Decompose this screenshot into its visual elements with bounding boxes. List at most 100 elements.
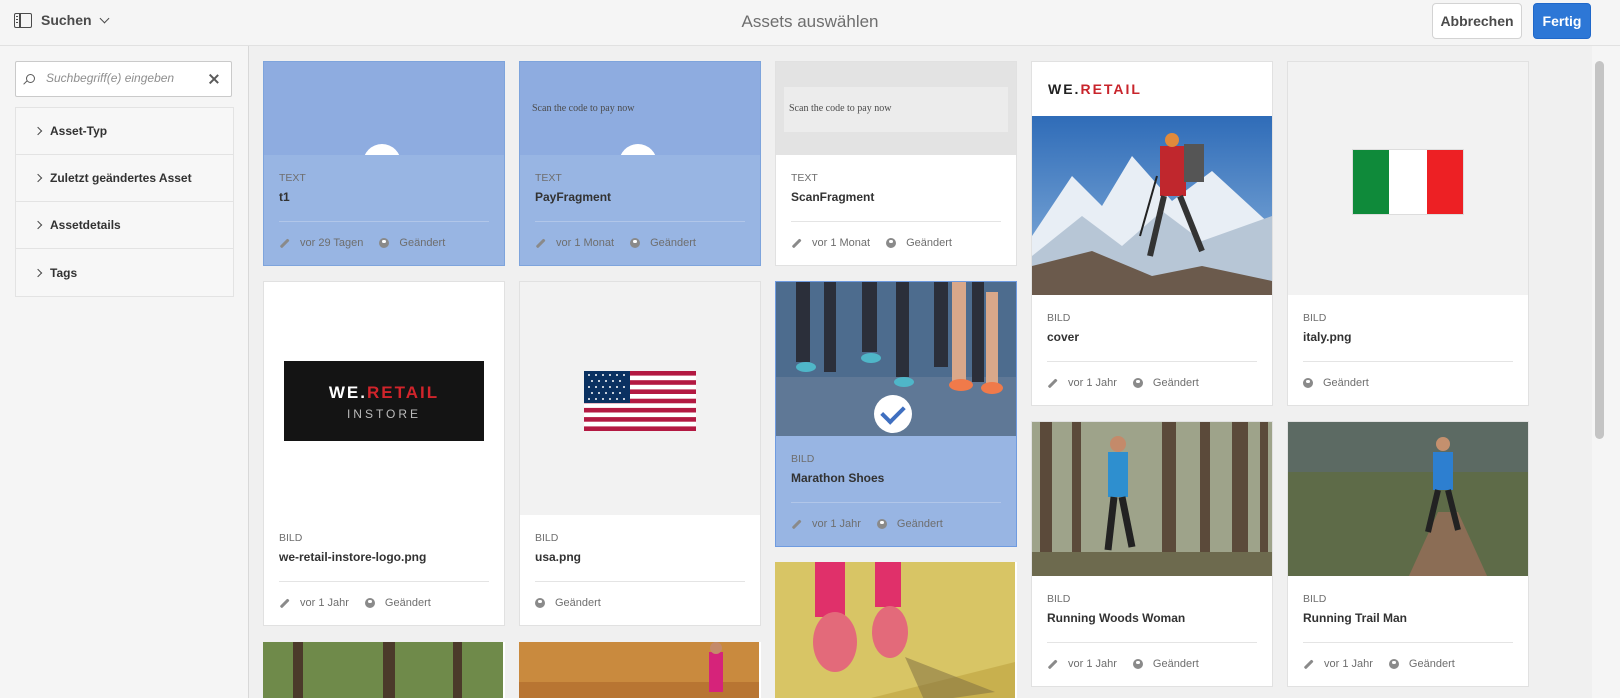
asset-status: Geändert	[896, 518, 943, 530]
check-icon	[874, 395, 912, 433]
asset-thumbnail	[264, 62, 504, 157]
facet-label: Zuletzt geändertes Asset	[50, 171, 192, 185]
we-retail-instore-logo: WE.RETAIL INSTORE	[284, 361, 484, 441]
pencil-icon	[1047, 378, 1058, 388]
trail-runner-image	[1288, 422, 1528, 578]
asset-grid: TEXT t1 vor 29 Tagen Geändert Scan the c…	[249, 46, 1588, 698]
globe-icon	[379, 238, 390, 248]
asset-card-running-woods-woman[interactable]: BILD Running Woods Woman vor 1 Jahr Geän…	[1031, 421, 1273, 687]
asset-thumbnail	[520, 282, 760, 517]
asset-modified-age: vor 1 Jahr	[1068, 658, 1117, 670]
globe-icon	[1388, 659, 1399, 669]
asset-type: TEXT	[279, 172, 306, 184]
asset-type: BILD	[791, 453, 815, 465]
mountain-hiker-image	[1032, 116, 1272, 297]
search-box[interactable]	[15, 61, 232, 97]
asset-card-partial[interactable]	[263, 642, 505, 698]
asset-card-partial[interactable]	[775, 562, 1017, 698]
cancel-button[interactable]: Abbrechen	[1432, 3, 1522, 39]
preview-text: Scan the code to pay now	[789, 103, 892, 114]
preview-text: Scan the code to pay now	[532, 103, 635, 114]
asset-name: Running Woods Woman	[1047, 611, 1186, 625]
asset-modified-age: vor 1 Jahr	[300, 597, 349, 609]
asset-thumbnail: Scan the code to pay now	[520, 62, 760, 157]
asset-name: Running Trail Man	[1303, 611, 1407, 625]
facet-last-modified[interactable]: Zuletzt geändertes Asset	[16, 155, 233, 202]
asset-card-scanfragment[interactable]: Scan the code to pay now TEXT ScanFragme…	[775, 61, 1017, 266]
asset-type: BILD	[1303, 593, 1327, 605]
we-retail-logo: WE.RETAIL	[1048, 81, 1142, 97]
woods-runner-image	[1032, 422, 1272, 578]
asset-modified-age: vor 1 Jahr	[812, 518, 861, 530]
italy-flag-image	[1352, 149, 1464, 215]
asset-name: cover	[1047, 330, 1080, 344]
asset-thumbnail	[1288, 62, 1528, 297]
globe-icon	[1132, 659, 1143, 669]
globe-icon	[535, 598, 545, 608]
chevron-right-icon	[33, 268, 43, 277]
facet-tags[interactable]: Tags	[16, 249, 233, 296]
asset-modified-age: vor 29 Tagen	[300, 237, 364, 249]
pencil-icon	[1047, 659, 1058, 669]
asset-modified-age: vor 1 Jahr	[1068, 377, 1117, 389]
asset-status: Geändert	[555, 597, 601, 609]
globe-icon	[886, 238, 897, 248]
asset-thumbnail: WE.RETAIL INSTORE	[264, 282, 504, 517]
asset-name: t1	[279, 190, 290, 204]
done-button[interactable]: Fertig	[1533, 3, 1591, 39]
asset-modified-age: vor 1 Jahr	[1324, 658, 1373, 670]
search-sidebar: Asset-Typ Zuletzt geändertes Asset Asset…	[0, 46, 249, 698]
page-title: Assets auswählen	[741, 12, 879, 31]
facet-label: Asset-Typ	[50, 124, 108, 138]
asset-name: we-retail-instore-logo.png	[279, 550, 427, 564]
asset-status: Geändert	[650, 237, 696, 249]
asset-type: BILD	[1047, 312, 1071, 324]
asset-type: TEXT	[535, 172, 562, 184]
asset-status: Geändert	[384, 597, 431, 609]
asset-modified-age: vor 1 Monat	[812, 237, 871, 249]
asset-thumbnail: Scan the code to pay now	[776, 62, 1016, 157]
asset-card-marathon-shoes[interactable]: BILD Marathon Shoes vor 1 Jahr Geändert	[775, 281, 1017, 547]
grid-scrollbar[interactable]	[1592, 46, 1620, 698]
globe-icon	[630, 238, 641, 248]
asset-card-we-retail-instore-logo[interactable]: WE.RETAIL INSTORE BILD we-retail-instore…	[263, 281, 505, 626]
top-bar: Suchen Assets auswählen Abbrechen Fertig	[0, 0, 1620, 46]
asset-card-t1[interactable]: TEXT t1 vor 29 Tagen Geändert	[263, 61, 505, 266]
asset-name: ScanFragment	[791, 190, 875, 204]
asset-type: BILD	[535, 532, 559, 544]
chevron-right-icon	[33, 173, 43, 183]
asset-card-cover[interactable]: WE.RETAIL BILD cover vor 1 Jahr Geändert	[1031, 61, 1273, 406]
asset-status: Geändert	[1408, 658, 1455, 670]
facet-asset-details[interactable]: Assetdetails	[16, 202, 233, 249]
facet-asset-type[interactable]: Asset-Typ	[16, 108, 233, 155]
asset-card-usa[interactable]: BILD usa.png Geändert	[519, 281, 761, 626]
asset-status: Geändert	[1152, 377, 1199, 389]
asset-name: italy.png	[1303, 330, 1352, 344]
asset-thumbnail: WE.RETAIL	[1032, 62, 1272, 297]
asset-status: Geändert	[1152, 658, 1199, 670]
search-icon	[26, 74, 35, 83]
globe-icon	[876, 519, 887, 529]
asset-card-italy[interactable]: BILD italy.png Geändert	[1287, 61, 1529, 406]
asset-name: usa.png	[535, 550, 582, 564]
asset-card-partial[interactable]	[519, 642, 761, 698]
asset-card-running-trail-man[interactable]: BILD Running Trail Man vor 1 Jahr Geände…	[1287, 421, 1529, 687]
search-input[interactable]	[46, 71, 196, 85]
pencil-icon	[791, 238, 802, 248]
asset-status: Geändert	[399, 237, 446, 249]
pencil-icon	[1303, 659, 1314, 669]
asset-name: PayFragment	[535, 190, 612, 204]
pencil-icon	[791, 519, 802, 529]
asset-type: BILD	[279, 532, 303, 544]
scroll-thumb[interactable]	[1595, 61, 1604, 439]
asset-card-payfragment[interactable]: Scan the code to pay now TEXT PayFragmen…	[519, 61, 761, 266]
pencil-icon	[279, 238, 290, 248]
close-icon[interactable]	[207, 72, 221, 86]
pencil-icon	[279, 598, 290, 608]
globe-icon	[1132, 378, 1143, 388]
asset-status: Geändert	[1323, 377, 1369, 389]
asset-type: BILD	[1303, 312, 1327, 324]
asset-type: TEXT	[791, 172, 818, 184]
autumn-runner-image	[519, 642, 759, 698]
forest-image	[263, 642, 503, 698]
